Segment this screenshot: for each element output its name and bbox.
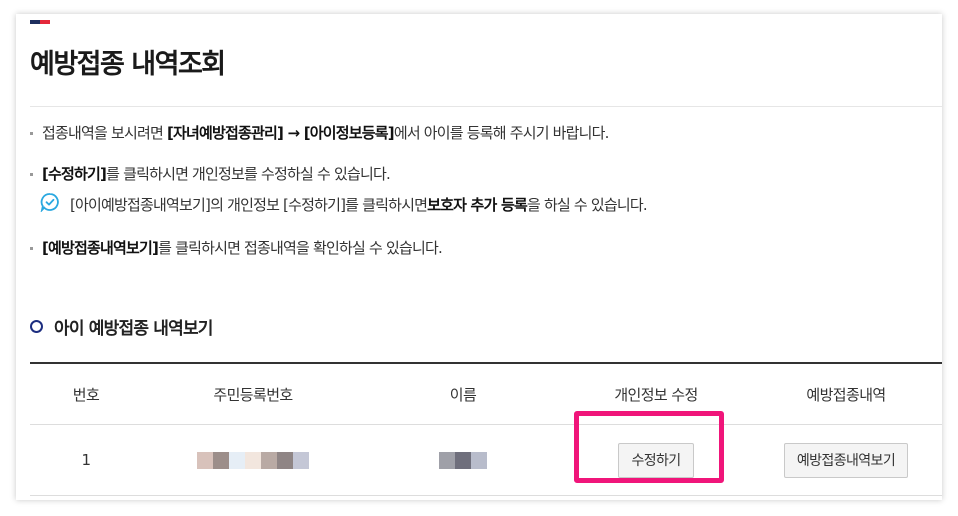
divider [30,106,942,107]
bullet-icon [30,132,33,135]
resident-id-redacted [142,425,364,495]
highlight-box [574,411,724,483]
column-header-history: 예방접종내역 [806,385,886,404]
menu-ref-child-vaccination: [자녀예방접종관리] [166,124,284,142]
column-header-name: 이름 [449,385,477,404]
name-redacted [364,425,562,495]
menu-ref-child-register: [아이정보등록] [303,124,395,142]
bullet-icon [30,247,33,250]
speech-bubble-check-icon [40,192,60,216]
info-note-guardian: [아이예방접종내역보기]의 개인정보 [수정하기]를 클릭하시면 보호자 추가 … [40,192,648,216]
info-line-register: 접종내역을 보시려면 [자녀예방접종관리] → [아이정보등록]에서 아이를 등… [30,122,609,143]
bullet-icon [30,173,33,176]
table-row: 1 수정하기 예방접종내역보기 [30,425,942,496]
history-cell: 예방접종내역보기 [750,425,942,495]
title-accent-bar [30,20,50,24]
view-history-button[interactable]: 예방접종내역보기 [783,442,909,478]
section-title: 아이 예방접종 내역보기 [30,314,213,339]
row-number: 1 [81,451,92,469]
column-header-resident-id: 주민등록번호 [213,385,293,404]
circle-bullet-icon [30,320,43,333]
info-line-history: [예방접종내역보기]를 클릭하시면 접종내역을 확인하실 수 있습니다. [30,237,443,258]
page-title: 예방접종 내역조회 [30,49,226,80]
content-card: 예방접종 내역조회 접종내역을 보시려면 [자녀예방접종관리] → [아이정보등… [16,14,942,500]
child-vaccination-table: 번호 주민등록번호 이름 개인정보 수정 예방접종내역 1 수정하기 예방접종내… [30,362,942,496]
info-line-edit: [수정하기]를 클릭하시면 개인정보를 수정하실 수 있습니다. [30,163,391,184]
table-header-row: 번호 주민등록번호 이름 개인정보 수정 예방접종내역 [30,364,942,425]
column-header-number: 번호 [72,385,100,404]
